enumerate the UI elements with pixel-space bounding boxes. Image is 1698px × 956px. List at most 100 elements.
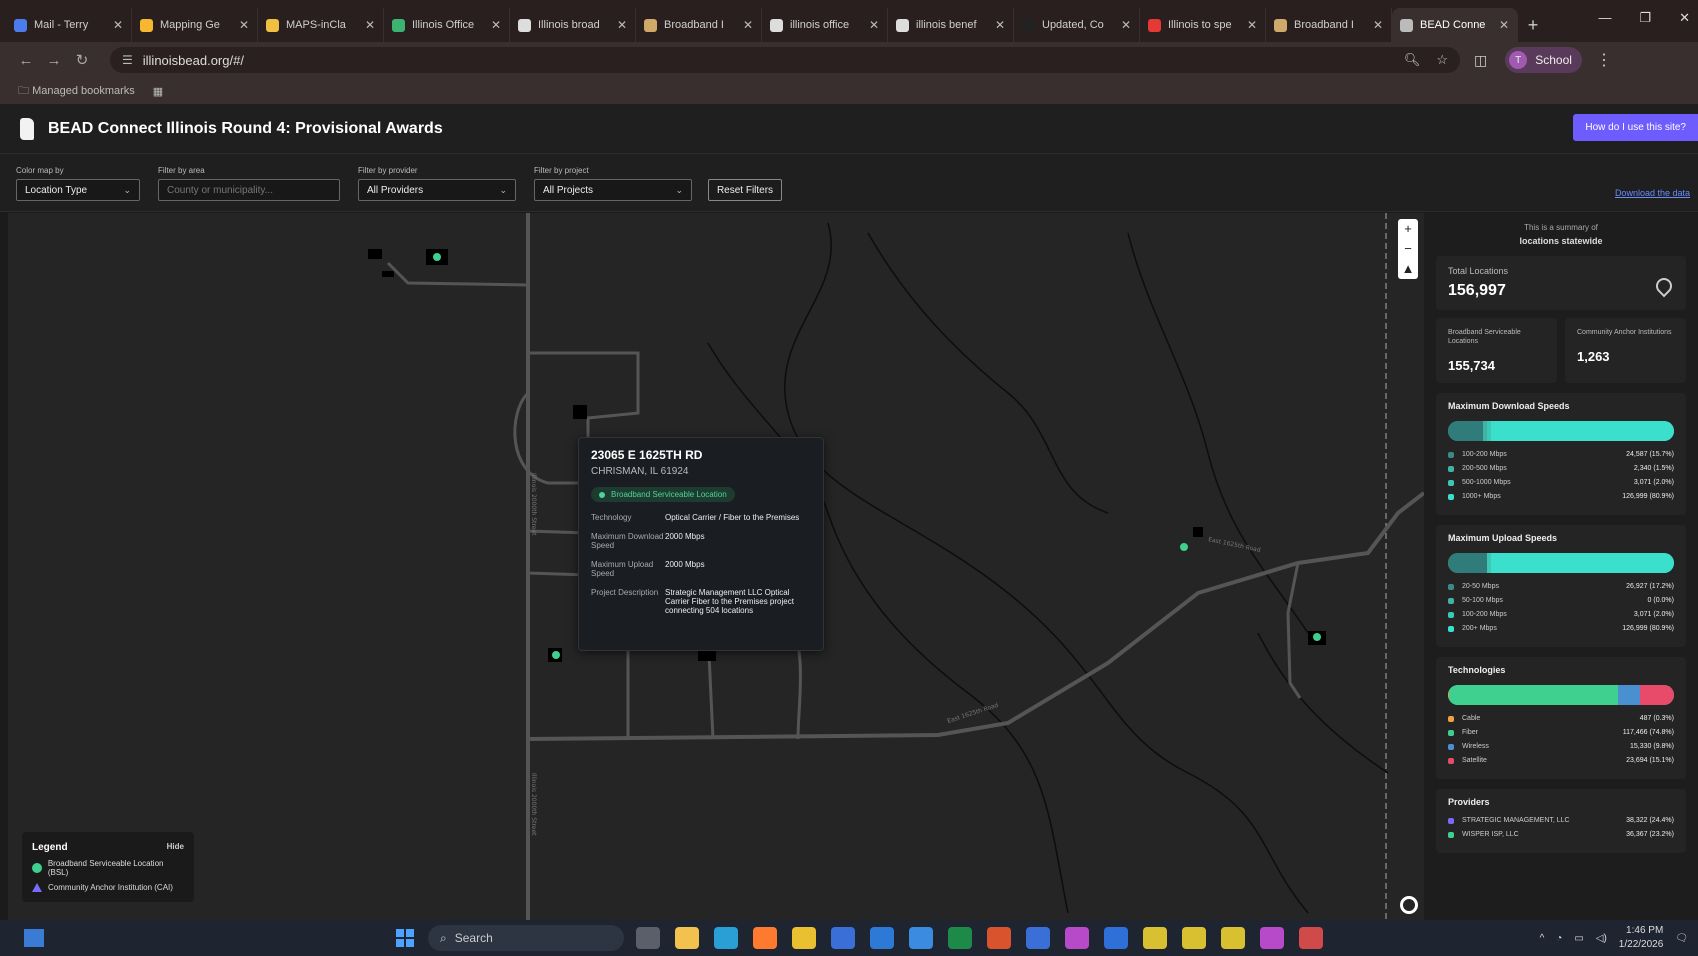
tab-close-icon[interactable]: ✕ [1247,18,1257,32]
bar-segment [1617,685,1640,705]
minimize-icon[interactable]: — [1598,10,1611,26]
road-label: Illinois 2000th Street [530,773,537,836]
store-icon[interactable] [831,927,855,949]
swatch-icon [1448,493,1454,500]
forward-icon[interactable]: → [40,52,68,69]
profile-button[interactable]: T School [1505,47,1582,73]
browser-tab[interactable]: BEAD Conne ✕ [1392,8,1518,42]
tab-title: illinois office [790,19,850,31]
tab-favicon-icon [1148,18,1161,32]
locate-icon[interactable] [1400,896,1418,914]
reset-filters-button[interactable]: Reset Filters [708,179,782,201]
managed-bookmarks[interactable]: 🗀 Managed bookmarks [18,82,135,101]
browser-tab[interactable]: Illinois to spe ✕ [1140,8,1266,42]
back-icon[interactable]: ← [12,52,40,69]
browser-tab[interactable]: Illinois broad ✕ [510,8,636,42]
word-icon[interactable] [1026,927,1050,949]
clock[interactable]: 1:46 PM 1/22/2026 [1619,924,1664,952]
chrome-profile-icon[interactable] [1143,927,1167,949]
tab-close-icon[interactable]: ✕ [617,18,627,32]
mail-icon[interactable] [909,927,933,949]
restore-icon[interactable]: ❐ [1639,10,1651,26]
summary-panel[interactable]: This is a summary of locations statewide … [1424,213,1698,920]
chevron-up-icon[interactable]: ^ [1540,933,1545,944]
tab-close-icon[interactable]: ✕ [239,18,249,32]
apps-grid-icon[interactable]: ▦ [153,85,163,98]
download-data-link[interactable]: Download the data [1615,188,1690,198]
compass-icon[interactable]: ▲ [1402,259,1415,279]
popup-address: 23065 E 1625TH RD [591,448,703,462]
browser-tab[interactable]: Broadband I ✕ [1266,8,1392,42]
outlook-icon[interactable] [870,927,894,949]
browser-tab[interactable]: Broadband I ✕ [636,8,762,42]
tab-close-icon[interactable]: ✕ [1121,18,1131,32]
widgets-icon[interactable] [24,929,44,947]
summary-row: Satellite 23,694 (15.1%) [1448,757,1674,764]
chrome-profile-icon[interactable] [1221,927,1245,949]
tab-close-icon[interactable]: ✕ [113,18,123,32]
color-by-select[interactable]: Location Type ⌄ [16,179,140,201]
tab-close-icon[interactable]: ✕ [491,18,501,32]
browser-tab[interactable]: Mail - Terry ✕ [6,8,132,42]
teams-icon[interactable] [1065,927,1089,949]
download-speeds-section: Maximum Download Speeds 100-200 Mbps 24,5… [1436,393,1686,515]
zoom-in-button[interactable]: + [1404,219,1412,239]
zoom-icon[interactable]: 🔍︎ [1404,52,1421,68]
summary-row: 200-500 Mbps 2,340 (1.5%) [1448,465,1674,472]
tab-close-icon[interactable]: ✕ [1373,18,1383,32]
browser-tab[interactable]: Updated, Co ✕ [1014,8,1140,42]
summary-intro: This is a summary of locations statewide [1436,223,1686,246]
display-icon[interactable]: ▭ [1574,933,1583,944]
popup-row: Maximum Upload Speed 2000 Mbps [591,560,811,578]
summary-row-label: Satellite [1462,757,1487,764]
tab-close-icon[interactable]: ✕ [1499,18,1509,32]
url-field[interactable]: ☰ illinoisbead.org/#/ 🔍︎ ☆ [110,47,1460,73]
notification-icon[interactable]: 🗨︎ [1675,933,1688,944]
firefox-icon[interactable] [753,927,777,949]
volume-icon[interactable]: ◁) [1596,933,1607,944]
side-panel-icon[interactable]: ◫ [1474,52,1487,69]
zoom-out-button[interactable]: − [1404,239,1412,259]
bsl-card: Broadband Serviceable Locations 155,734 [1436,318,1557,383]
start-icon[interactable] [396,929,414,947]
status-badge: Broadband Serviceable Location [591,487,735,502]
new-tab-button[interactable]: + [1518,8,1548,42]
bar-segment [1448,685,1618,705]
powerpoint-icon[interactable] [987,927,1011,949]
bookmark-star-icon[interactable]: ☆ [1436,52,1448,68]
summary-row-value: 0 (0.0%) [1647,597,1674,604]
area-filter-input[interactable]: County or municipality... [158,179,340,201]
browser-tab[interactable]: Mapping Ge ✕ [132,8,258,42]
provider-select[interactable]: All Providers ⌄ [358,179,516,201]
chrome-profile-icon[interactable] [1260,927,1284,949]
excel-icon[interactable] [948,927,972,949]
tab-close-icon[interactable]: ✕ [995,18,1005,32]
legend-hide-button[interactable]: Hide [167,842,184,853]
help-button[interactable]: How do I use this site? [1573,114,1698,141]
browser-menu-icon[interactable]: ⋮ [1596,50,1612,70]
tab-close-icon[interactable]: ✕ [743,18,753,32]
tab-close-icon[interactable]: ✕ [365,18,375,32]
project-select[interactable]: All Projects ⌄ [534,179,692,201]
summary-row: 1000+ Mbps 126,999 (80.9%) [1448,493,1674,500]
notepad-icon[interactable] [1104,927,1128,949]
chrome-icon[interactable] [792,927,816,949]
tab-favicon-icon [644,18,657,32]
site-info-icon[interactable]: ☰ [122,53,133,67]
wifi-icon[interactable]: ◔ [1556,933,1562,944]
chrome-profile-icon[interactable] [1182,927,1206,949]
browser-tab[interactable]: illinois benef ✕ [888,8,1014,42]
browser-tab[interactable]: illinois office ✕ [762,8,888,42]
reload-icon[interactable]: ↻ [68,51,96,69]
edge-icon[interactable] [714,927,738,949]
taskbar-search[interactable]: ⌕ Search [428,925,624,951]
tab-close-icon[interactable]: ✕ [869,18,879,32]
summary-row-label: Fiber [1462,729,1478,736]
browser-tab[interactable]: Illinois Office ✕ [384,8,510,42]
file-explorer-icon[interactable] [675,927,699,949]
browser-tab[interactable]: MAPS-inCla ✕ [258,8,384,42]
snipping-tool-icon[interactable] [1299,927,1323,949]
task-view-icon[interactable] [636,927,660,949]
swatch-icon [1448,715,1454,722]
close-window-icon[interactable]: ✕ [1679,10,1690,26]
